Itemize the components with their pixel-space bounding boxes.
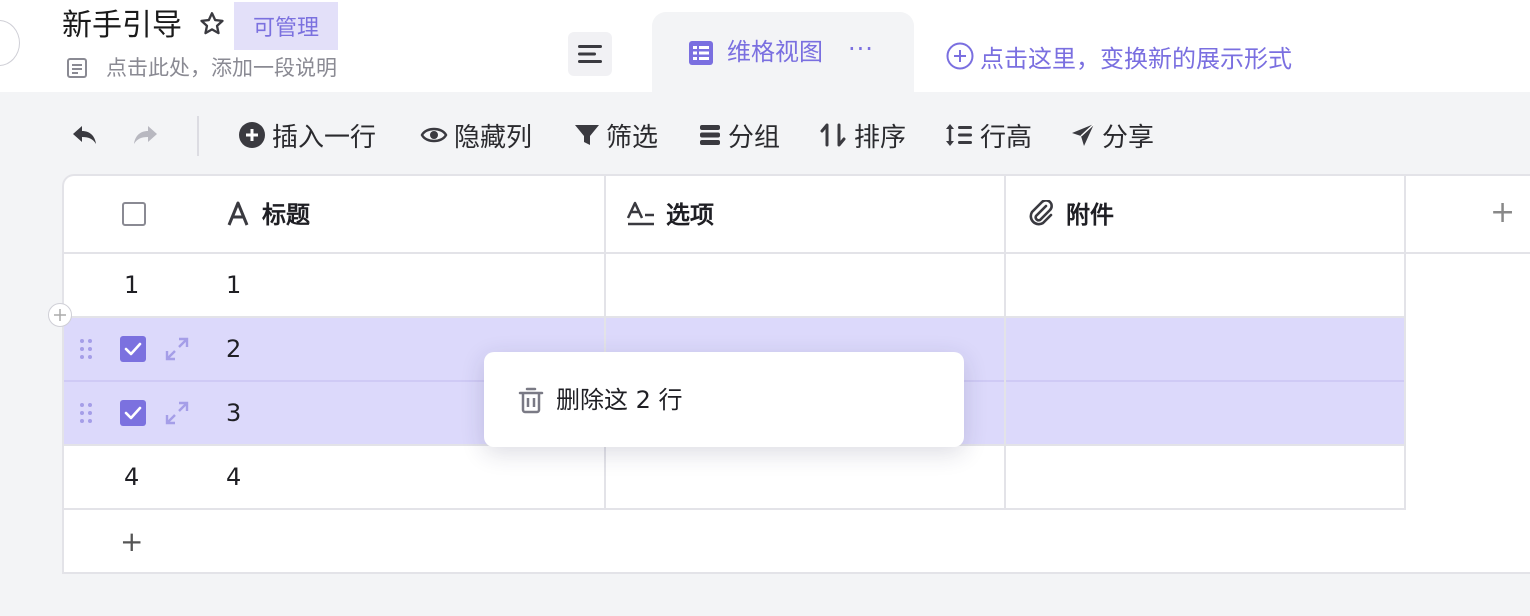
title-cell[interactable]: 2 xyxy=(226,332,241,366)
send-icon xyxy=(1072,123,1095,146)
sidebar-toggle-button[interactable] xyxy=(0,20,20,66)
row-checkbox[interactable] xyxy=(120,400,146,426)
description-field[interactable]: 点击此处，添加一段说明 xyxy=(106,52,337,84)
add-circle-icon xyxy=(239,122,265,148)
redo-icon[interactable] xyxy=(130,120,160,150)
eye-icon xyxy=(420,127,448,143)
hide-columns-button[interactable]: 隐藏列 xyxy=(420,112,532,158)
add-row-button[interactable]: + xyxy=(120,528,143,556)
row-height-button[interactable]: 行高 xyxy=(944,112,1032,158)
tab-grid-view[interactable]: 维格视图 ··· xyxy=(652,12,914,92)
description-icon xyxy=(67,58,87,78)
row-number: 1 xyxy=(124,271,140,299)
row-checkbox[interactable] xyxy=(120,336,146,362)
sort-label: 排序 xyxy=(854,122,907,153)
menu-icon xyxy=(578,45,602,63)
insert-row-handle[interactable] xyxy=(48,303,72,327)
row-height-label: 行高 xyxy=(980,122,1033,153)
filter-label: 筛选 xyxy=(606,122,659,153)
header-bar: 新手引导 可管理 点击此处，添加一段说明 维格视图 ··· 点击这里，变换新的展… xyxy=(0,0,1530,92)
plus-circle-icon xyxy=(946,42,974,70)
row-context-menu: 删除这 2 行 xyxy=(484,352,964,447)
sort-button[interactable]: 排序 xyxy=(820,112,906,158)
select-all-checkbox[interactable] xyxy=(122,202,146,226)
attachment-icon xyxy=(1029,200,1053,226)
permission-badge[interactable]: 可管理 xyxy=(234,2,338,50)
expand-icon[interactable] xyxy=(164,336,190,362)
add-view-button[interactable]: 点击这里，变换新的展示形式 xyxy=(946,36,1292,76)
sort-icon xyxy=(820,123,846,147)
row-divider xyxy=(64,508,1406,510)
check-icon xyxy=(124,342,142,356)
drag-handle-icon[interactable] xyxy=(78,401,94,425)
toolbar-divider xyxy=(197,116,199,156)
grid-view-icon xyxy=(689,41,713,65)
expand-icon[interactable] xyxy=(164,400,190,426)
single-select-field-icon xyxy=(626,201,654,226)
share-label: 分享 xyxy=(1102,122,1155,153)
star-icon[interactable] xyxy=(198,10,226,38)
column-header-title[interactable]: 标题 xyxy=(262,198,310,232)
insert-row-button[interactable]: 插入一行 xyxy=(238,112,376,158)
text-field-icon xyxy=(227,201,249,226)
column-divider xyxy=(1404,176,1406,510)
menu-button[interactable] xyxy=(568,32,612,76)
add-view-label: 点击这里，变换新的展示形式 xyxy=(980,44,1292,73)
plus-icon xyxy=(54,309,66,321)
group-label: 分组 xyxy=(728,122,781,153)
hide-columns-label: 隐藏列 xyxy=(454,122,533,153)
group-icon xyxy=(700,125,720,145)
more-options-button[interactable]: ··· xyxy=(848,34,874,64)
row-number: 4 xyxy=(124,463,140,491)
title-cell[interactable]: 3 xyxy=(226,396,241,430)
insert-row-label: 插入一行 xyxy=(272,122,377,153)
add-column-button[interactable]: + xyxy=(1490,198,1515,228)
group-button[interactable]: 分组 xyxy=(698,112,780,158)
column-divider xyxy=(604,176,606,510)
filter-button[interactable]: 筛选 xyxy=(574,112,658,158)
page-title[interactable]: 新手引导 xyxy=(62,6,182,46)
delete-rows-menu-item[interactable]: 删除这 2 行 xyxy=(556,382,683,418)
row-height-icon xyxy=(946,124,972,146)
filter-icon xyxy=(575,125,599,145)
title-cell[interactable]: 1 xyxy=(226,268,241,302)
header-divider xyxy=(64,252,1530,254)
share-button[interactable]: 分享 xyxy=(1070,112,1154,158)
title-cell[interactable]: 4 xyxy=(226,460,241,494)
check-icon xyxy=(124,406,142,420)
drag-handle-icon[interactable] xyxy=(78,337,94,361)
trash-icon xyxy=(518,387,544,414)
tab-label: 维格视图 xyxy=(727,38,823,66)
column-header-attachment[interactable]: 附件 xyxy=(1066,198,1114,232)
row-divider xyxy=(64,316,1406,318)
column-divider xyxy=(1004,176,1006,510)
undo-icon[interactable] xyxy=(70,120,100,150)
column-header-options[interactable]: 选项 xyxy=(666,198,714,232)
